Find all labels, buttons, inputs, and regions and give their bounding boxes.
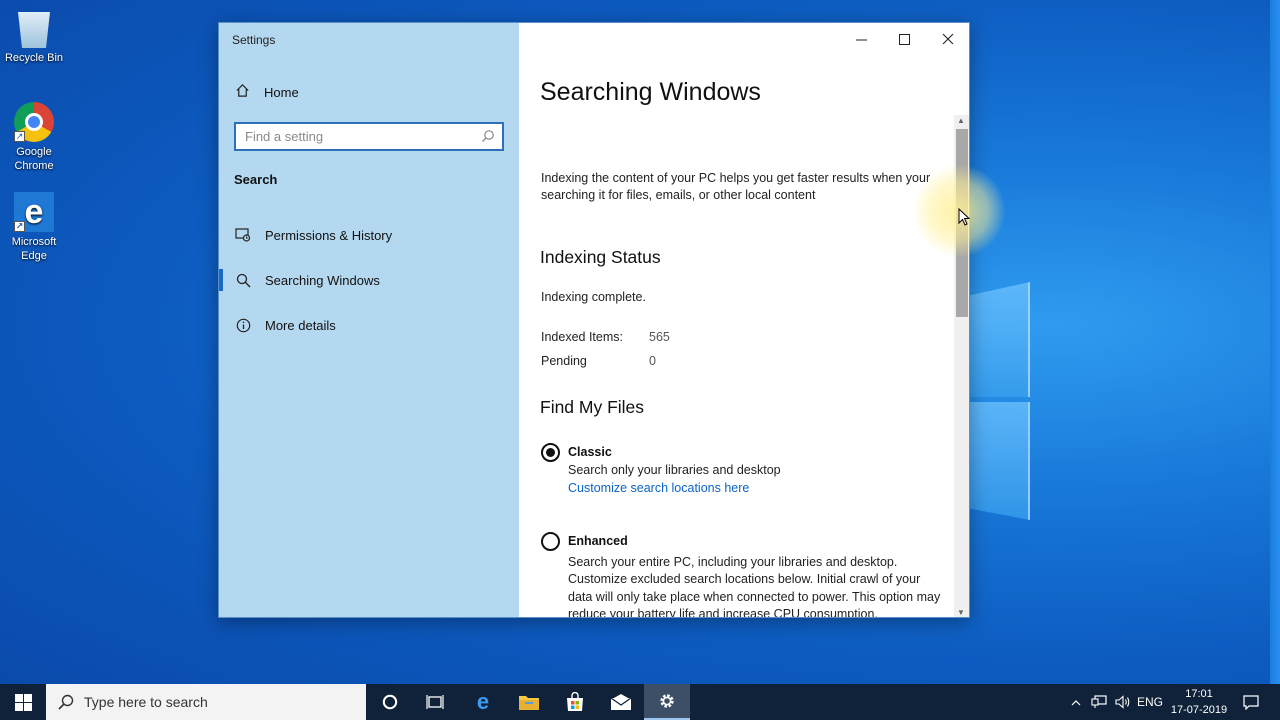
mail-button[interactable] (598, 684, 644, 720)
desktop-icon-label: Recycle Bin (4, 52, 64, 64)
chevron-up-icon (1071, 699, 1081, 705)
search-icon (481, 129, 495, 143)
settings-content: Searching Windows Indexing the content o… (519, 23, 969, 617)
classic-label[interactable]: Classic (568, 445, 612, 459)
desktop-icon-label: Google Chrome (14, 146, 54, 172)
enhanced-description: Search your entire PC, including your li… (568, 555, 941, 617)
home-icon (235, 83, 250, 101)
enhanced-radio[interactable] (541, 532, 560, 551)
enhanced-label[interactable]: Enhanced (568, 534, 628, 548)
classic-radio[interactable] (541, 443, 560, 462)
windows-start-icon (14, 693, 32, 711)
sidebar-item-more-details[interactable]: More details (219, 309, 519, 341)
search-icon (235, 272, 251, 288)
maximize-icon (899, 33, 910, 45)
clock-time: 17:01 (1185, 688, 1213, 700)
settings-sidebar: Settings Home Search Permissions & Histo… (219, 23, 519, 617)
taskbar-clock[interactable]: 17:01 17-07-2019 (1166, 686, 1232, 718)
network-icon (1091, 695, 1107, 708)
indexed-items-value: 565 (649, 330, 670, 344)
sidebar-item-searching-windows[interactable]: Searching Windows (219, 264, 519, 296)
page-title: Searching Windows (540, 78, 761, 106)
start-button[interactable] (0, 684, 46, 720)
language-indicator[interactable]: ENG (1136, 684, 1164, 720)
show-hidden-icons-button[interactable] (1066, 684, 1086, 720)
wallpaper-edge (1270, 0, 1280, 684)
indexing-status-text: Indexing complete. (541, 290, 646, 304)
settings-taskbar-button[interactable] (644, 684, 690, 720)
desktop-icon-recycle-bin[interactable]: Recycle Bin (2, 8, 66, 65)
sidebar-item-label: Permissions & History (265, 227, 393, 243)
maximize-button[interactable] (883, 23, 926, 55)
pending-value: 0 (649, 354, 656, 368)
info-icon (235, 317, 251, 333)
find-my-files-heading: Find My Files (540, 397, 645, 417)
cortana-icon (382, 694, 398, 710)
task-view-icon (426, 695, 444, 709)
volume-icon (1115, 695, 1130, 709)
taskbar-search-box[interactable]: Type here to search (46, 684, 366, 720)
nav-home[interactable]: Home (235, 83, 299, 101)
mouse-cursor-icon (958, 208, 970, 226)
store-button[interactable] (552, 684, 598, 720)
store-icon (567, 692, 583, 711)
minimize-button[interactable] (840, 23, 883, 55)
chrome-icon: ↗ (14, 102, 54, 142)
cortana-button[interactable] (367, 684, 413, 720)
section-label: Search (234, 172, 278, 187)
network-button[interactable] (1088, 684, 1110, 720)
settings-search-input[interactable] (236, 124, 471, 149)
sidebar-item-label: Searching Windows (265, 272, 380, 288)
classic-description: Search only your libraries and desktop (568, 463, 781, 477)
indexing-description: Indexing the content of your PC helps yo… (541, 171, 931, 202)
scroll-up-icon[interactable]: ▲ (957, 116, 965, 125)
taskbar-search-placeholder: Type here to search (84, 694, 208, 710)
sidebar-item-label: More details (265, 317, 336, 333)
customize-search-locations-link[interactable]: Customize search locations here (568, 481, 749, 495)
edge-icon: e ↗ (14, 192, 54, 232)
indexing-status-heading: Indexing Status (540, 247, 661, 267)
edge-taskbar-button[interactable]: e (460, 684, 506, 720)
file-explorer-button[interactable] (506, 684, 552, 720)
volume-button[interactable] (1112, 684, 1134, 720)
taskbar: Type here to search e ENG 17:01 17-07-20… (0, 684, 1280, 720)
windows-wallpaper-logo (968, 282, 1030, 522)
search-icon (58, 694, 74, 710)
nav-home-label: Home (264, 84, 299, 100)
desktop-icon-chrome[interactable]: ↗ Google Chrome (2, 102, 66, 173)
close-icon (942, 33, 953, 45)
notification-icon (1243, 694, 1259, 710)
recycle-bin-icon (18, 12, 50, 48)
mail-icon (610, 694, 632, 710)
window-caption-buttons (840, 23, 969, 55)
scroll-down-icon[interactable]: ▼ (957, 608, 965, 617)
desktop-icon-label: Microsoft Edge (11, 236, 57, 262)
settings-window: Settings Home Search Permissions & Histo… (218, 22, 970, 618)
gear-icon (660, 694, 674, 708)
pending-label: Pending (541, 354, 587, 368)
task-view-button[interactable] (412, 684, 458, 720)
content-scrollbar[interactable]: ▲ ▼ (954, 115, 969, 617)
folder-icon (519, 696, 539, 710)
settings-search-box[interactable] (234, 122, 504, 151)
clock-date: 17-07-2019 (1170, 704, 1228, 716)
window-title: Settings (232, 33, 276, 47)
minimize-icon (856, 39, 867, 40)
sidebar-item-permissions-history[interactable]: Permissions & History (219, 219, 519, 251)
desktop-icon-edge[interactable]: e ↗ Microsoft Edge (2, 192, 66, 263)
indexed-items-label: Indexed Items: (541, 330, 623, 344)
action-center-button[interactable] (1238, 684, 1264, 720)
close-button[interactable] (926, 23, 969, 55)
edge-icon: e (476, 689, 490, 714)
permissions-icon (235, 227, 251, 243)
